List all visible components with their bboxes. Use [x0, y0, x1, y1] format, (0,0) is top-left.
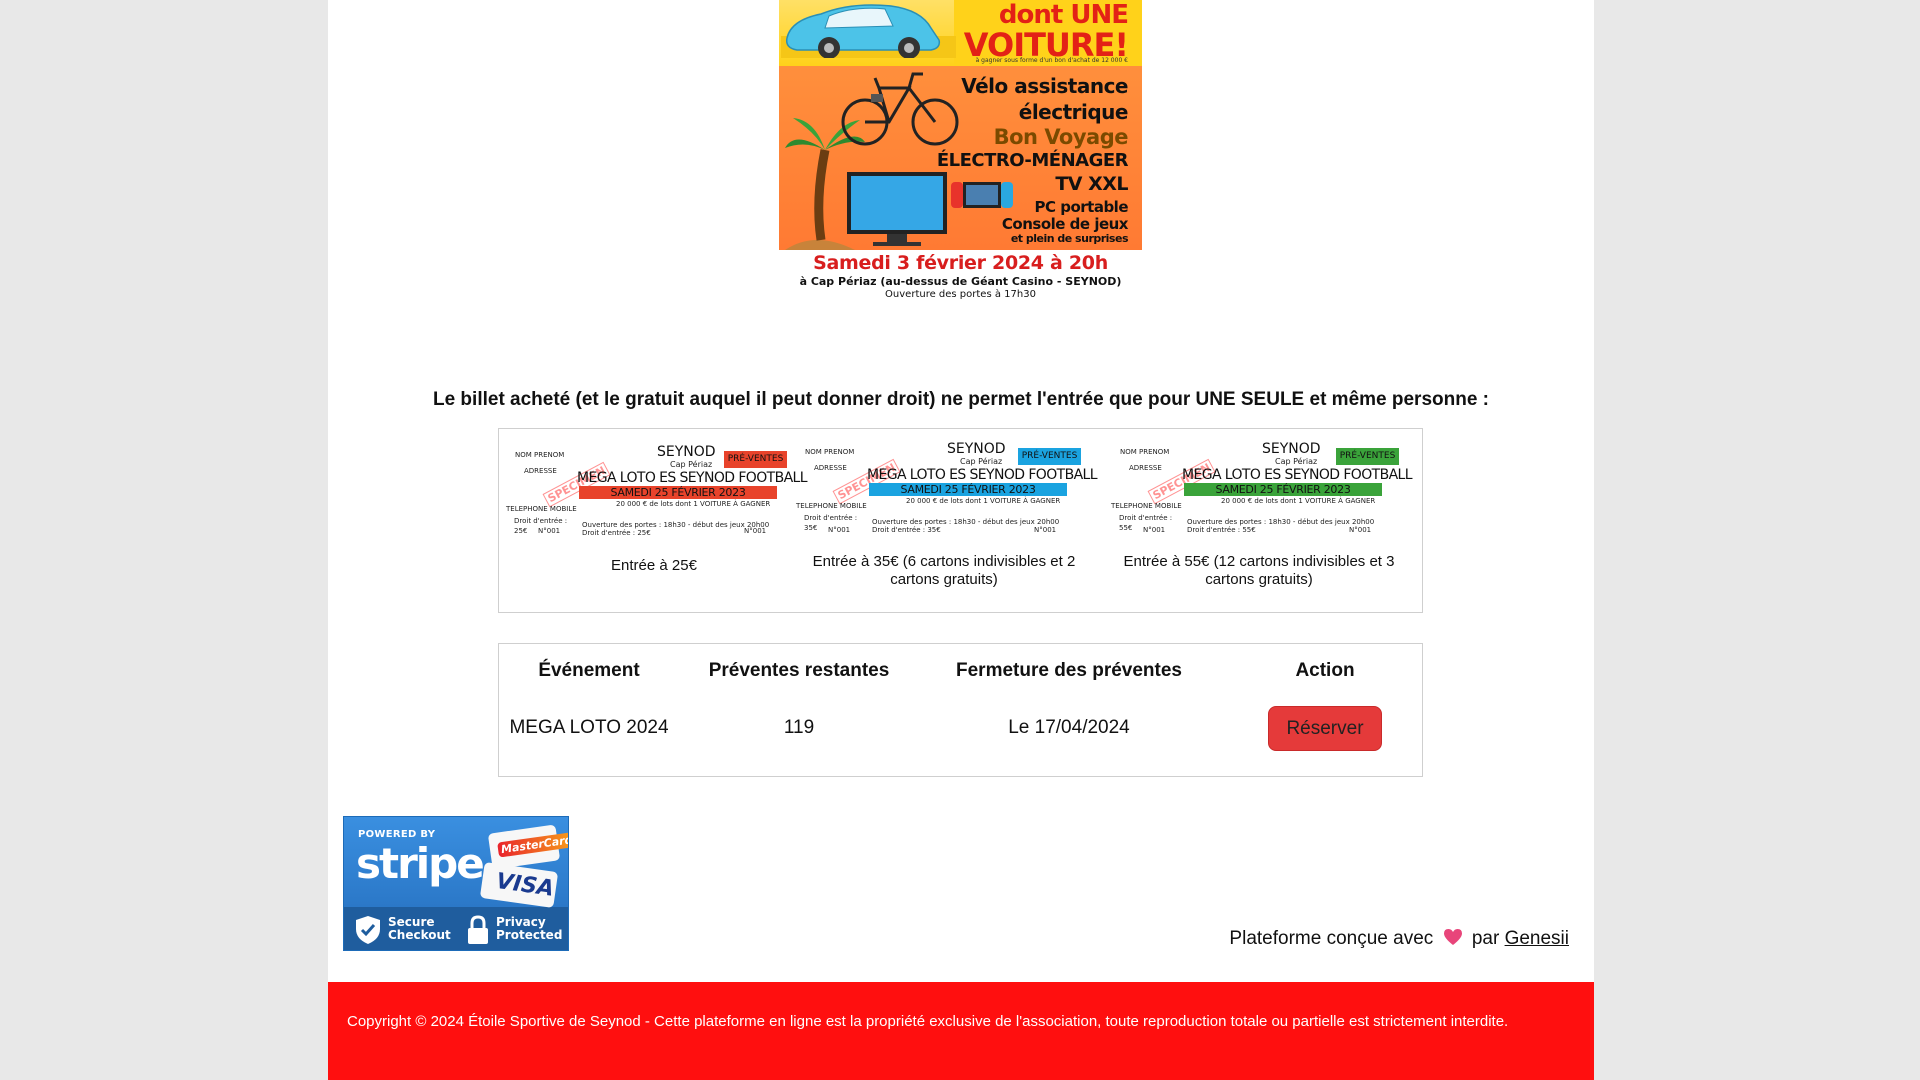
ticket-title: MEGA LOTO ES SEYNOD FOOTBALL	[867, 467, 1098, 483]
copyright-text: Copyright © 2024 Étoile Sportive de Seyn…	[347, 1013, 1509, 1030]
ticket-adresse: ADRESSE	[524, 467, 557, 475]
ticket-price: 55€	[1119, 524, 1133, 532]
ticket-title: MEGA LOTO ES SEYNOD FOOTBALL	[1182, 467, 1413, 483]
poster-prize-5: TV XXL	[1055, 173, 1128, 195]
ticket-date-band: SAMEDI 25 FÉVRIER 2023	[869, 483, 1067, 496]
made-with-credit: Plateforme conçue avec par Genesii	[1229, 928, 1569, 950]
ticket-specimen-image: NOM PRENOM ADRESSE SPECIMEN SEYNOD Cap P…	[1109, 441, 1413, 545]
tv-illustration	[847, 172, 947, 246]
ticket-num: N°001	[1143, 526, 1166, 534]
ticket-num: N°001	[828, 526, 851, 534]
reserve-button[interactable]: Réserver	[1268, 706, 1382, 751]
privacy-protected-label: Privacy Protected	[496, 915, 563, 942]
mastercard-label: MasterCard	[497, 831, 568, 858]
ticket-preventes-badge: PRÉ-VENTES	[1336, 448, 1399, 465]
cell-closing: Le 17/04/2024	[1008, 717, 1130, 738]
header-remaining: Préventes restantes	[708, 660, 890, 681]
ticket-price: 35€	[804, 524, 818, 532]
ticket-55: NOM PRENOM ADRESSE SPECIMEN SEYNOD Cap P…	[1109, 441, 1413, 606]
made-with-by: par	[1471, 928, 1500, 949]
poster-prize-3: Bon Voyage	[993, 125, 1129, 149]
ticket-lots: 20 000 € de lots dont 1 VOITURE À GAGNER	[906, 497, 1061, 505]
ticket-droit-line: Droit d'entrée : 25€	[582, 529, 651, 537]
lock-icon	[468, 915, 488, 944]
poster-prize-8: et plein de surprises	[1010, 232, 1129, 245]
ticket-price: 25€	[514, 527, 528, 535]
made-with-prefix: Plateforme conçue avec	[1229, 928, 1434, 949]
ticket-num-right: N°001	[744, 527, 767, 535]
event-poster: dont UNE VOITURE! à gagner sous forme d'…	[779, 0, 1142, 250]
ticket-adresse: ADRESSE	[1129, 464, 1162, 472]
ticket-tel: TELEPHONE MOBILE	[1111, 502, 1182, 510]
cell-event: MEGA LOTO 2024	[509, 717, 669, 738]
ticket-cap: Cap Périaz	[670, 460, 713, 469]
ticket-nom: NOM PRENOM	[1120, 448, 1170, 456]
poster-headline-note: à gagner sous forme d'un bon d'achat de …	[975, 57, 1128, 64]
ticket-25: NOM PRENOM ADRESSE SPECIMEN SEYNOD Cap P…	[504, 441, 808, 606]
ticket-cap: Cap Périaz	[1275, 457, 1318, 466]
cell-remaining: 119	[783, 717, 815, 738]
ticket-droit: Droit d'entrée :	[804, 514, 858, 522]
ticket-35: NOM PRENOM ADRESSE SPECIMEN SEYNOD Cap P…	[794, 441, 1098, 606]
poster-place: à Cap Périaz (au-dessus de Géant Casino …	[799, 275, 1122, 288]
footer: Copyright © 2024 Étoile Sportive de Seyn…	[328, 982, 1594, 1080]
ticket-droit: Droit d'entrée :	[514, 517, 568, 525]
genesii-link[interactable]: Genesii	[1505, 928, 1569, 949]
ticket-preventes-badge: PRÉ-VENTES	[1018, 448, 1081, 465]
ticket-nom: NOM PRENOM	[515, 451, 565, 459]
poster-prize-2: électrique	[1018, 100, 1129, 124]
bike-illustration	[841, 72, 959, 146]
ticket-panel: NOM PRENOM ADRESSE SPECIMEN SEYNOD Cap P…	[498, 428, 1423, 613]
ticket-title: MEGA LOTO ES SEYNOD FOOTBALL	[577, 470, 808, 486]
ticket-doors: Ouverture des portes : 18h30 - début des…	[1187, 518, 1375, 526]
stripe-badge: POWERED BY stripe MasterCard VISA Secure…	[343, 816, 569, 951]
ticket-cap: Cap Périaz	[960, 457, 1003, 466]
ticket-lots: 20 000 € de lots dont 1 VOITURE À GAGNER	[616, 500, 771, 508]
poster-prize-1: Vélo assistance	[961, 74, 1128, 98]
console-illustration	[951, 182, 1013, 208]
ticket-city: SEYNOD	[947, 441, 1006, 457]
stripe-logo: stripe	[356, 839, 485, 888]
ticket-city: SEYNOD	[1262, 441, 1321, 457]
heart-icon	[1443, 929, 1462, 945]
poster-date: Samedi 3 février 2024 à 20h	[813, 252, 1108, 274]
poster-prize-7: Console de jeux	[1001, 215, 1129, 233]
ticket-caption: Entrée à 25€	[611, 557, 697, 574]
ticket-date-band: SAMEDI 25 FÉVRIER 2023	[1184, 483, 1382, 496]
ticket-specimen-image: NOM PRENOM ADRESSE SPECIMEN SEYNOD Cap P…	[504, 441, 808, 545]
shield-check-icon	[356, 916, 380, 944]
ticket-doors: Ouverture des portes : 18h30 - début des…	[872, 518, 1060, 526]
poster-doors: Ouverture des portes à 17h30	[885, 289, 1036, 300]
entry-notice: Le billet acheté (et le gratuit auquel i…	[432, 389, 1490, 410]
ticket-droit-line: Droit d'entrée : 35€	[872, 526, 941, 534]
events-table: Événement Préventes restantes Fermeture …	[498, 643, 1423, 777]
page-container: dont UNE VOITURE! à gagner sous forme d'…	[328, 0, 1594, 1080]
ticket-droit: Droit d'entrée :	[1119, 514, 1173, 522]
ticket-specimen-image: NOM PRENOM ADRESSE SPECIMEN SEYNOD Cap P…	[794, 441, 1098, 545]
ticket-preventes-badge: PRÉ-VENTES	[724, 451, 787, 468]
header-event: Événement	[538, 660, 640, 681]
poster-prize-6: PC portable	[1034, 198, 1128, 216]
secure-checkout-label: Secure Checkout	[388, 915, 451, 942]
ticket-city: SEYNOD	[657, 444, 716, 460]
poster-yellow-band: dont UNE VOITURE! à gagner sous forme d'…	[779, 0, 1142, 66]
ticket-doors: Ouverture des portes : 18h30 - début des…	[582, 521, 770, 529]
ticket-lots: 20 000 € de lots dont 1 VOITURE À GAGNER	[1221, 497, 1376, 505]
ticket-nom: NOM PRENOM	[805, 448, 855, 456]
ticket-droit-line: Droit d'entrée : 55€	[1187, 526, 1256, 534]
ticket-tel: TELEPHONE MOBILE	[506, 505, 577, 513]
ticket-num-right: N°001	[1034, 526, 1057, 534]
ticket-tel: TELEPHONE MOBILE	[796, 502, 867, 510]
ticket-caption: Entrée à 55€ (12 cartons indivisibles et…	[1123, 553, 1395, 588]
ticket-adresse: ADRESSE	[814, 464, 847, 472]
ticket-num-right: N°001	[1349, 526, 1372, 534]
ticket-date-band: SAMEDI 25 FÉVRIER 2023	[579, 486, 777, 499]
car-illustration	[781, 4, 956, 58]
header-action: Action	[1295, 660, 1355, 681]
ticket-caption: Entrée à 35€ (6 cartons indivisibles et …	[812, 553, 1076, 588]
ticket-num: N°001	[538, 527, 561, 535]
poster-prize-4: ÉLECTRO-MÉNAGER	[936, 150, 1129, 171]
header-closing: Fermeture des préventes	[956, 660, 1182, 681]
visa-label: VISA	[494, 868, 556, 902]
